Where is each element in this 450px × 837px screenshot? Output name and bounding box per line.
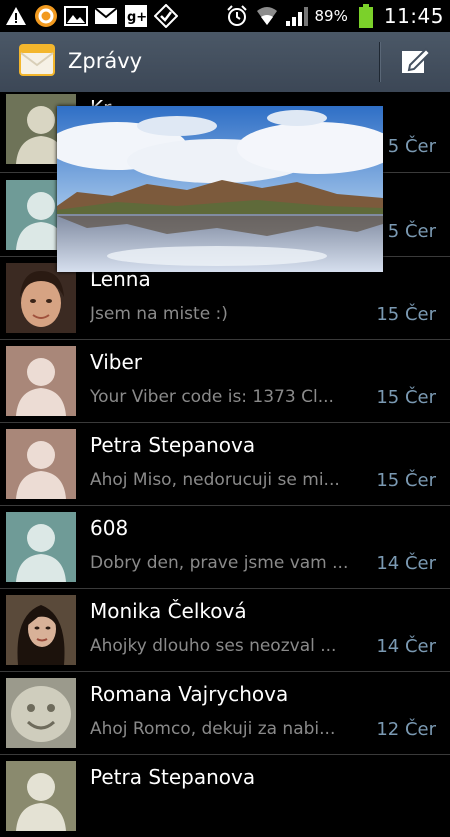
conversation-row[interactable]: Petra Stepanova Ahoj Miso, nedorucuji se… [0, 423, 450, 506]
message-date: 15 Čer [376, 304, 436, 325]
conversation-row[interactable]: Viber Your Viber code is: 1373 Cl... 15 … [0, 340, 450, 423]
contact-name: Petra Stepanova [90, 433, 256, 457]
notification-icons: g+ [4, 4, 178, 28]
message-date: 14 Čer [376, 553, 436, 574]
svg-text:g+: g+ [127, 10, 147, 25]
message-preview: Ahoj Romco, dekuji za nabi... [90, 719, 336, 739]
messages-app-icon[interactable] [18, 41, 56, 79]
message-date: 5 Čer [387, 221, 436, 242]
battery-icon [354, 4, 378, 28]
message-date: 12 Čer [376, 719, 436, 740]
contact-avatar [6, 263, 76, 333]
compose-button[interactable] [390, 37, 442, 87]
contact-avatar [6, 595, 76, 665]
contact-name: 608 [90, 516, 129, 540]
message-preview: Dobry den, prave jsme vam ... [90, 553, 349, 573]
compose-icon [400, 45, 432, 79]
message-date: 5 Čer [387, 136, 436, 157]
wifi-icon [255, 4, 279, 28]
message-preview: Ahojky dlouho ses neozval ... [90, 636, 337, 656]
message-preview: Ahoj Miso, nedorucuji se mi... [90, 470, 340, 490]
gallery-icon [64, 4, 88, 28]
gmail-icon [94, 4, 118, 28]
contact-name: Monika Čelková [90, 599, 247, 623]
system-status: 89% 11:45 [225, 0, 444, 32]
alarm-icon [225, 4, 249, 28]
landscape-image [57, 106, 383, 272]
action-bar: Zprávy [0, 32, 450, 93]
conversation-row[interactable]: Petra Stepanova [0, 755, 450, 837]
clock: 11:45 [383, 4, 444, 28]
contact-name: Romana Vajrychova [90, 682, 289, 706]
status-bar: g+ 89% 11:45 [0, 0, 450, 32]
warning-icon [4, 4, 28, 28]
message-preview: Jsem na miste :) [90, 304, 228, 324]
contact-avatar [6, 512, 76, 582]
orange-app-icon [34, 4, 58, 28]
conversation-row[interactable]: Romana Vajrychova Ahoj Romco, dekuji za … [0, 672, 450, 755]
conversation-row[interactable]: 608 Dobry den, prave jsme vam ... 14 Čer [0, 506, 450, 589]
message-date: 15 Čer [376, 387, 436, 408]
contact-name: Viber [90, 350, 143, 374]
message-preview: Your Viber code is: 1373 Cl... [90, 387, 334, 407]
signal-icon [285, 4, 309, 28]
google-plus-icon: g+ [124, 4, 148, 28]
battery-percentage: 89% [314, 7, 348, 25]
contact-avatar [6, 761, 76, 831]
contact-name: Petra Stepanova [90, 765, 256, 789]
action-bar-divider [379, 42, 381, 82]
contact-avatar [6, 678, 76, 748]
message-date: 14 Čer [376, 636, 436, 657]
contact-avatar [6, 346, 76, 416]
page-title: Zprávy [68, 49, 143, 73]
checkmark-app-icon [154, 4, 178, 28]
conversation-row[interactable]: Monika Čelková Ahojky dlouho ses neozval… [0, 589, 450, 672]
contact-avatar [6, 429, 76, 499]
message-date: 15 Čer [376, 470, 436, 491]
